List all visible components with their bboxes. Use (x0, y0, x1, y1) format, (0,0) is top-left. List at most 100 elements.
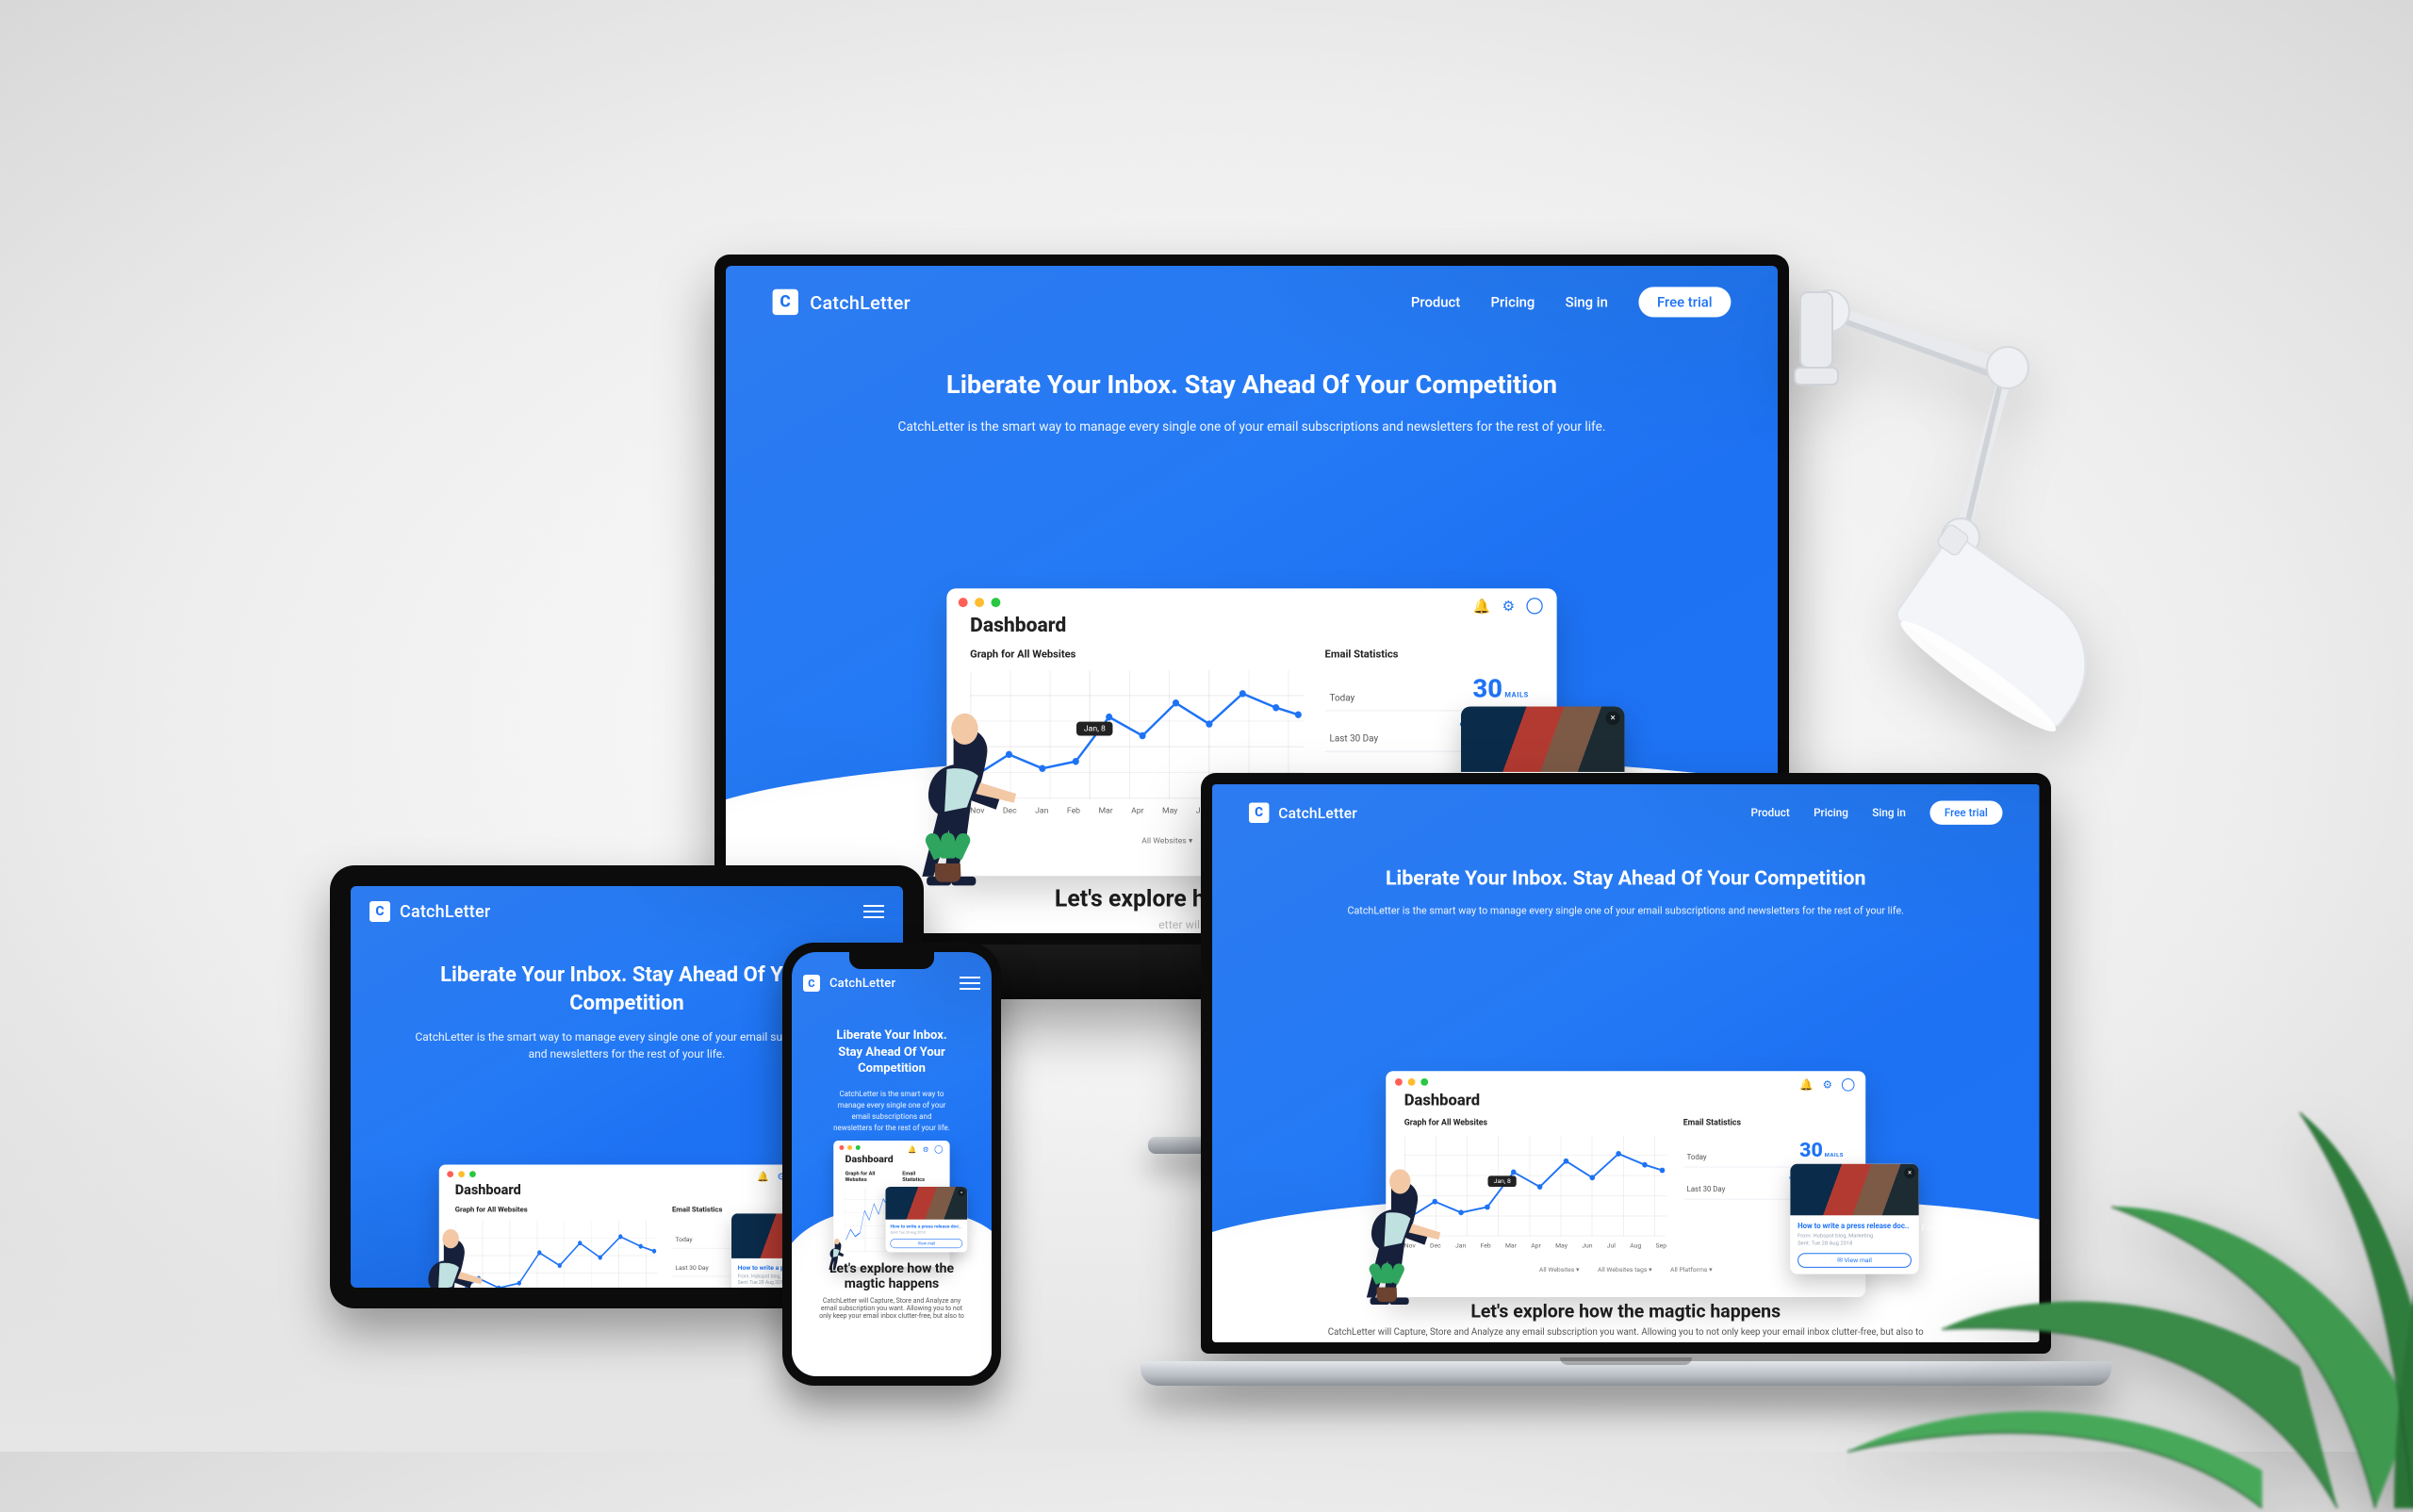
nav-pricing[interactable]: Pricing (1491, 294, 1535, 310)
graph-section-label: Graph for All Websites (455, 1206, 658, 1214)
gear-icon[interactable]: ⚙ (1823, 1078, 1832, 1092)
popup-sent: Sent: Tue 28 Aug 2018 (1797, 1241, 1912, 1248)
hero: Liberate Your Inbox. Stay Ahead Of Your … (1320, 841, 1931, 928)
hero-title: Liberate Your Inbox. Stay Ahead Of Your … (897, 369, 1605, 403)
hero-title: Liberate Your Inbox. Stay Ahead Of Your … (832, 1027, 952, 1077)
explore-subtitle: CatchLetter will Capture, Store and Anal… (1212, 1327, 2040, 1338)
nav-signin[interactable]: Sing in (1872, 806, 1906, 819)
stat-unit: mails (1825, 1152, 1844, 1159)
hero-title: Liberate Your Inbox. Stay Ahead Of Your … (412, 961, 842, 1017)
stat-30d-label: Last 30 Day (675, 1263, 708, 1271)
gear-icon[interactable]: ⚙ (1502, 598, 1515, 614)
brand[interactable]: C CatchLetter (1249, 803, 1357, 823)
brand-name: CatchLetter (1278, 804, 1357, 822)
hero-subtitle: CatchLetter is the smart way to manage e… (1347, 903, 1903, 918)
brand-name: CatchLetter (810, 291, 911, 314)
hero-subtitle: CatchLetter is the smart way to manage e… (897, 418, 1605, 436)
dashboard-title: Dashboard (439, 1180, 814, 1206)
close-icon[interactable]: × (958, 1189, 964, 1195)
dashboard-title: Dashboard (946, 612, 1556, 649)
view-mail-button[interactable]: View mail (891, 1239, 963, 1248)
nav-links: Product Pricing Sing in Free trial (1751, 801, 2003, 825)
desk-lamp (1772, 226, 2300, 754)
nav-signin[interactable]: Sing in (1566, 294, 1608, 310)
brand[interactable]: C CatchLetter (369, 901, 490, 922)
bell-icon[interactable]: 🔔 (908, 1145, 916, 1154)
stat-today-value: 30 (1472, 675, 1502, 704)
phone-screen: C CatchLetter Liberate Your Inbox. Stay … (792, 952, 992, 1376)
month-label: Apr (1531, 1242, 1541, 1250)
stat-today-label: Today (1329, 693, 1354, 703)
explore-section: Let's explore how the magtic happens Cat… (1212, 1300, 2040, 1338)
stat-30d-label: Last 30 Day (1687, 1185, 1726, 1193)
bell-icon[interactable]: 🔔 (1473, 598, 1491, 614)
selector-tags[interactable]: All Websites tags (1598, 1266, 1652, 1274)
explore-title: Let's explore how the magtic happens (792, 1261, 992, 1291)
laptop-screen: C CatchLetter Product Pricing Sing in Fr… (1212, 784, 2040, 1342)
brand-logo-icon: C (803, 975, 820, 992)
popup-image (886, 1187, 968, 1220)
brand[interactable]: C CatchLetter (803, 975, 895, 992)
close-icon[interactable]: × (1606, 711, 1620, 725)
navbar: C CatchLetter Product Pricing Sing in Fr… (726, 266, 1778, 338)
month-label: Feb (1481, 1242, 1491, 1250)
graph-section-label: Graph for All Websites (1404, 1119, 1666, 1128)
nav-pricing[interactable]: Pricing (1814, 806, 1848, 819)
chart-tooltip: Jan, 8 (1488, 1175, 1517, 1187)
navbar: C CatchLetter Product Pricing Sing in Fr… (1212, 784, 2040, 841)
gear-icon[interactable]: ⚙ (923, 1145, 929, 1154)
selector-websites[interactable]: All Websites (1539, 1266, 1580, 1274)
hero-subtitle: CatchLetter is the smart way to manage e… (412, 1028, 842, 1062)
month-label: Aug (1630, 1242, 1641, 1250)
brand-logo-icon: C (369, 901, 390, 922)
device-laptop: C CatchLetter Product Pricing Sing in Fr… (1141, 773, 2111, 1386)
nav-free-trial-button[interactable]: Free trial (1638, 287, 1731, 317)
nav-product[interactable]: Product (1751, 806, 1790, 819)
brand-name: CatchLetter (829, 977, 895, 991)
favourite-mail-label: Favourite mail (1921, 1223, 1976, 1233)
nav-product[interactable]: Product (1411, 294, 1460, 310)
hamburger-icon[interactable] (863, 905, 884, 918)
avatar-icon[interactable] (1526, 598, 1542, 614)
stat-today-label: Today (1687, 1153, 1707, 1161)
brand-name: CatchLetter (400, 902, 490, 922)
stat-today-value: 30 (1799, 1139, 1823, 1161)
view-mail-button[interactable]: ✉ View mail (1797, 1253, 1912, 1268)
nav-free-trial-button[interactable]: Free trial (1929, 801, 2002, 825)
graph-section-label: Graph for All Websites (845, 1171, 892, 1182)
site-laptop: C CatchLetter Product Pricing Sing in Fr… (1212, 784, 2040, 1342)
hero-title: Liberate Your Inbox. Stay Ahead Of Your … (1347, 865, 1903, 893)
month-label: Feb (1067, 806, 1080, 815)
laptop-notch (1560, 1357, 1692, 1365)
window-traffic-lights (946, 588, 1556, 612)
stat-30d-label: Last 30 Day (1329, 733, 1378, 744)
stat-today: Today 30mails (1325, 670, 1534, 711)
graph-section-label: Graph for All Websites (970, 649, 1304, 661)
popup-image (1461, 706, 1625, 771)
hero-subtitle: CatchLetter is the smart way to manage e… (832, 1089, 952, 1134)
selector-platforms[interactable]: All Platforms (1670, 1266, 1713, 1274)
avatar-icon[interactable] (935, 1145, 944, 1154)
person-illustration (409, 1225, 492, 1288)
bell-icon[interactable]: 🔔 (1799, 1078, 1814, 1092)
month-label: Sep (1656, 1242, 1667, 1250)
close-icon[interactable]: × (1904, 1167, 1915, 1178)
hamburger-icon[interactable] (960, 977, 980, 990)
device-phone: C CatchLetter Liberate Your Inbox. Stay … (782, 943, 1001, 1386)
site-phone: C CatchLetter Liberate Your Inbox. Stay … (792, 952, 992, 1376)
brand[interactable]: C CatchLetter (773, 289, 911, 315)
avatar-icon[interactable] (1842, 1078, 1855, 1092)
bell-icon[interactable]: 🔔 (757, 1171, 769, 1182)
popup-sent: Sent: Tue 28 Aug 2018 (891, 1231, 963, 1236)
month-label: Jul (1607, 1242, 1616, 1250)
month-label: Jun (1582, 1242, 1592, 1250)
hero: Liberate Your Inbox. Stay Ahead Of Your … (804, 1003, 980, 1143)
explore-title: Let's explore how the magtic happens (1212, 1300, 2040, 1322)
chart-tooltip: Jan, 8 (1076, 722, 1112, 736)
explore-subtitle: CatchLetter will Capture, Store and Anal… (792, 1297, 992, 1320)
window-traffic-lights (1386, 1071, 1865, 1090)
plant-illustration (928, 830, 968, 882)
brand-logo-icon: C (1249, 803, 1269, 823)
popup-title: How to write a press release doc.. (1797, 1222, 1912, 1230)
dashboard-card: 🔔⚙ Dashboard Graph for All Websites Emai… (439, 1164, 814, 1288)
